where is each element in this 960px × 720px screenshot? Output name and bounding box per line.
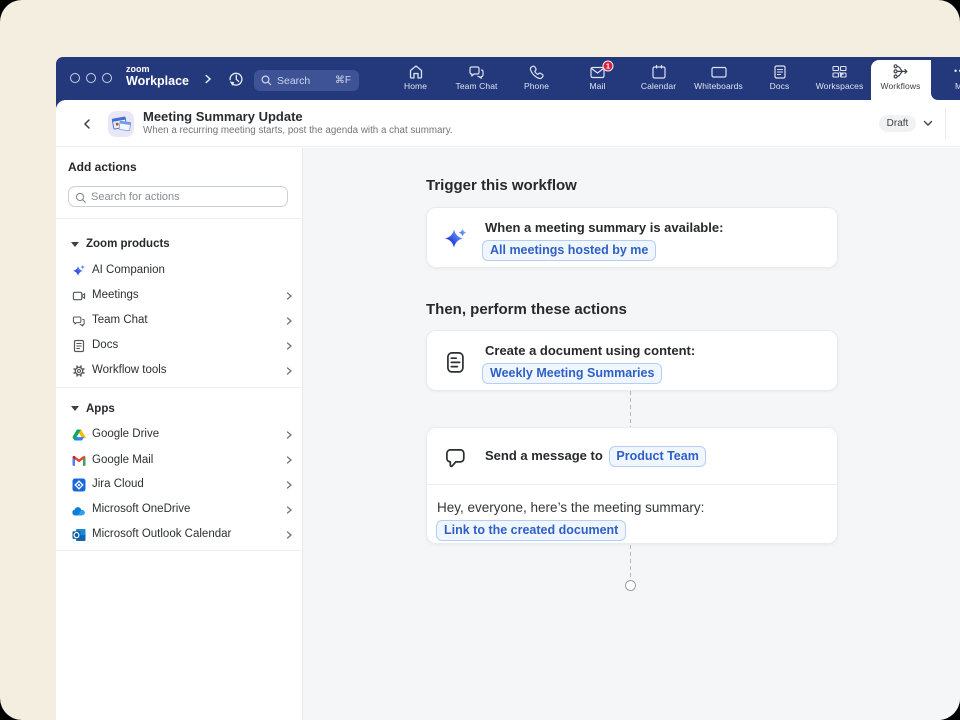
svg-text:1: 1 — [606, 62, 610, 71]
